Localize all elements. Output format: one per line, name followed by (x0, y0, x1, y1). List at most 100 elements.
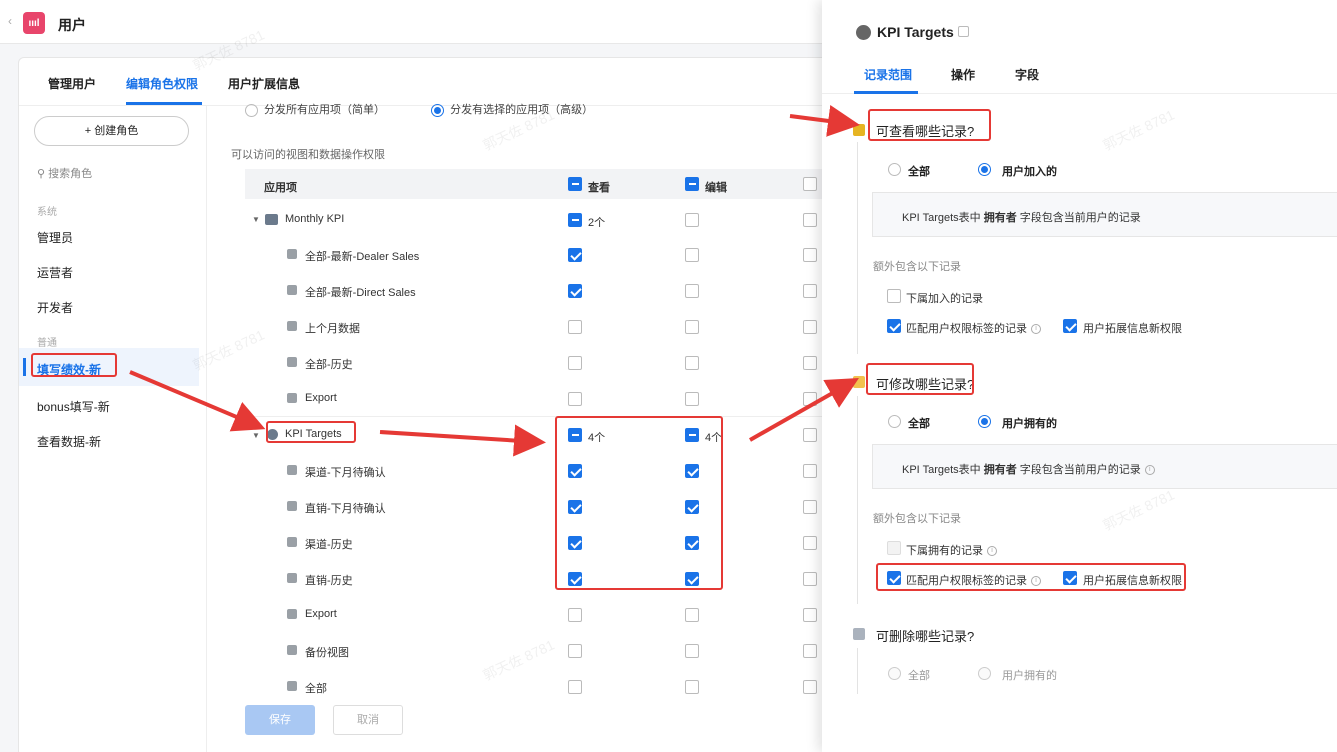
tab-manage-users[interactable]: 管理用户 (48, 75, 96, 92)
role-item-admin[interactable]: 管理员 (37, 229, 73, 246)
annotation-box-edit-title (866, 363, 974, 395)
extra-checkbox[interactable] (803, 284, 817, 298)
view-row-label: 全部-历史 (305, 359, 353, 371)
role-active-indicator (23, 358, 26, 376)
annotation-box-kpi-targets (266, 421, 356, 443)
view-row-label: Export (305, 392, 337, 404)
view-sub-joined-label: 下属加入的记录 (906, 293, 983, 305)
tab-edit-role-permissions[interactable]: 编辑角色权限 (126, 75, 198, 92)
info-icon[interactable]: i (1144, 465, 1155, 476)
view-info-suffix: 字段包含当前用户的记录 (1019, 212, 1141, 224)
permissions-header: 应用项 查看 编辑 (245, 169, 827, 199)
view-checkbox[interactable] (568, 680, 582, 694)
delete-section-title: 可删除哪些记录? (876, 629, 975, 644)
view-radio-user-joined[interactable] (978, 163, 991, 176)
collapse-triangle-icon[interactable]: ▼ (252, 431, 260, 440)
open-external-icon[interactable] (958, 26, 969, 37)
extra-checkbox[interactable] (803, 248, 817, 262)
extra-checkbox[interactable] (803, 392, 817, 406)
role-item-bonus-fill[interactable]: bonus填写-新 (37, 398, 110, 415)
tab-record-scope[interactable]: 记录范围 (864, 66, 912, 83)
edit-checkbox[interactable] (685, 248, 699, 262)
edit-checkbox[interactable] (685, 356, 699, 370)
delete-radio-all[interactable] (888, 667, 901, 680)
extra-checkbox[interactable] (803, 572, 817, 586)
tab-user-extension-info[interactable]: 用户扩展信息 (228, 75, 300, 92)
view-checkbox[interactable] (568, 608, 582, 622)
extra-checkbox[interactable] (803, 320, 817, 334)
back-chevron-icon[interactable]: ‹ (8, 14, 12, 28)
view-match-tag-checkbox[interactable] (887, 319, 901, 333)
role-item-operator[interactable]: 运营者 (37, 264, 73, 281)
permissions-caption: 可以访问的视图和数据操作权限 (231, 149, 385, 161)
extra-checkbox[interactable] (803, 500, 817, 514)
view-icon (287, 501, 297, 511)
edit-info-text: KPI Targets表中 拥有者 字段包含当前用户的记录 i (902, 461, 1155, 477)
edit-sub-owned-label: 下属拥有的记录 i (906, 542, 997, 558)
radio-distribute-all[interactable] (245, 103, 258, 117)
section-connector-line (857, 648, 858, 694)
edit-checkbox[interactable] (685, 608, 699, 622)
view-checkbox[interactable] (568, 320, 582, 334)
edit-sub-owned-checkbox[interactable] (887, 541, 901, 555)
view-radio-all[interactable] (888, 163, 901, 176)
header-view-checkbox[interactable] (568, 177, 582, 191)
collapse-triangle-icon[interactable]: ▼ (252, 215, 260, 224)
view-row-label: 直销-历史 (305, 575, 353, 587)
extra-checkbox[interactable] (803, 464, 817, 478)
edit-option-all: 全部 (908, 418, 930, 430)
cancel-button[interactable]: 取消 (333, 705, 403, 735)
search-role-placeholder: 搜索角色 (48, 168, 93, 180)
view-checkbox[interactable] (568, 248, 582, 262)
group-extra-checkbox[interactable] (803, 213, 817, 227)
view-checkbox[interactable] (568, 356, 582, 370)
edit-radio-user-owned[interactable] (978, 415, 991, 428)
edit-checkbox[interactable] (685, 320, 699, 334)
delete-radio-user-owned[interactable] (978, 667, 991, 680)
main-card: 管理用户 编辑角色权限 用户扩展信息 + 创建角色 ⚲ 搜索角色 系统 管理员 … (18, 57, 828, 752)
extra-checkbox[interactable] (803, 536, 817, 550)
view-checkbox[interactable] (568, 644, 582, 658)
group-edit-checkbox[interactable] (685, 213, 699, 227)
extra-checkbox[interactable] (803, 644, 817, 658)
view-checkbox[interactable] (568, 392, 582, 406)
radio-distribute-selected[interactable] (431, 103, 445, 117)
view-checkbox[interactable] (568, 284, 582, 298)
save-button[interactable]: 保存 (245, 705, 315, 735)
extra-checkbox[interactable] (803, 356, 817, 370)
view-info-text: KPI Targets表中 拥有者 字段包含当前用户的记录 (902, 209, 1141, 225)
app-icon-glyph: ıııl (28, 17, 40, 29)
header-extra-checkbox[interactable] (803, 177, 817, 191)
view-icon (287, 645, 297, 655)
extra-checkbox[interactable] (803, 680, 817, 694)
drawer-title: KPI Targets (877, 24, 954, 40)
tab-fields[interactable]: 字段 (1015, 66, 1039, 83)
view-option-all: 全部 (908, 166, 930, 178)
info-icon[interactable]: i (1031, 324, 1041, 335)
edit-checkbox[interactable] (685, 284, 699, 298)
tab-operations[interactable]: 操作 (951, 66, 975, 83)
create-role-button[interactable]: + 创建角色 (34, 116, 189, 146)
group-extra-checkbox[interactable] (803, 428, 817, 442)
role-item-view-data[interactable]: 查看数据-新 (37, 433, 101, 450)
view-icon (287, 249, 297, 259)
view-person-icon (853, 124, 865, 136)
edit-checkbox[interactable] (685, 644, 699, 658)
view-icon (287, 681, 297, 691)
view-icon (287, 285, 297, 295)
view-sub-joined-checkbox[interactable] (887, 289, 901, 303)
role-item-developer[interactable]: 开发者 (37, 299, 73, 316)
edit-radio-all[interactable] (888, 415, 901, 428)
search-role-input[interactable]: ⚲ 搜索角色 (37, 165, 92, 181)
extra-checkbox[interactable] (803, 608, 817, 622)
info-icon[interactable]: i (987, 546, 997, 557)
view-match-tag-label: 匹配用户权限标签的记录 i (906, 320, 1041, 336)
view-ext-perm-checkbox[interactable] (1063, 319, 1077, 333)
header-edit-checkbox[interactable] (685, 177, 699, 191)
annotation-box-edit-checkboxes (876, 563, 1186, 591)
view-icon (287, 609, 297, 619)
edit-checkbox[interactable] (685, 680, 699, 694)
edit-checkbox[interactable] (685, 392, 699, 406)
view-icon (287, 573, 297, 583)
group-view-checkbox[interactable] (568, 213, 582, 227)
